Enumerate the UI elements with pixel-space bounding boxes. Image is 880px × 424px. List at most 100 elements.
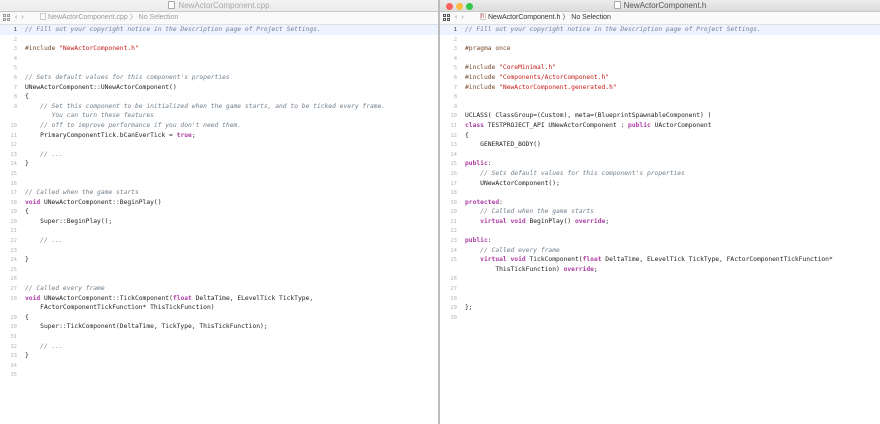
code-line[interactable]: 8{ xyxy=(0,92,438,102)
breadcrumb-text[interactable]: NewActorComponent.cpp 〉 No Selection xyxy=(48,14,178,21)
code-line[interactable]: 20 Super::BeginPlay(); xyxy=(0,217,438,227)
code-token: true xyxy=(176,131,192,139)
code-line[interactable]: 21 xyxy=(0,226,438,236)
code-line[interactable]: 7 UNewActorComponent::UNewActorComponent(… xyxy=(0,83,438,93)
jump-bar[interactable]: ‹› NewActorComponent.cpp 〉 No Selection xyxy=(0,12,438,25)
code-line[interactable]: 11 PrimaryComponentTick.bCanEverTick = t… xyxy=(0,131,438,141)
code-line[interactable]: 29{ xyxy=(0,313,438,323)
line-number: 35 xyxy=(10,372,17,379)
code-line[interactable]: 4 xyxy=(0,54,438,64)
code-line[interactable]: 1// Fill out your copyright notice in th… xyxy=(0,25,438,35)
code-line[interactable]: You can turn these features xyxy=(0,111,438,121)
code-line[interactable]: 5 xyxy=(0,63,438,73)
code-token: "Components/ActorComponent.h" xyxy=(499,73,610,81)
code-line[interactable]: 23 xyxy=(0,246,438,256)
code-token: #include xyxy=(465,73,500,81)
source-editor[interactable]: 1// Fill out your copyright notice in th… xyxy=(440,25,880,322)
code-token: ThisTickFunction) xyxy=(465,265,564,273)
code-line[interactable]: 4 xyxy=(440,54,880,64)
code-line[interactable]: ThisTickFunction) override; xyxy=(440,265,880,275)
code-line[interactable]: 22 // ... xyxy=(0,236,438,246)
code-line[interactable]: 5 #include "CoreMinimal.h" xyxy=(440,63,880,73)
code-line[interactable]: 8 xyxy=(440,92,880,102)
breadcrumb[interactable]: NewActorComponent.cpp 〉 No Selection xyxy=(40,12,178,24)
code-line[interactable]: 10 UCLASS( ClassGroup=(Custom), meta=(Blu… xyxy=(440,111,880,121)
code-line[interactable]: 34 xyxy=(0,361,438,371)
code-line[interactable]: 6// Sets default values for this compone… xyxy=(0,73,438,83)
source-editor[interactable]: 1// Fill out your copyright notice in th… xyxy=(0,25,438,380)
related-items-icon[interactable] xyxy=(443,14,451,22)
code-line[interactable]: 13 // ... xyxy=(0,150,438,160)
code-line[interactable]: 35 xyxy=(0,370,438,380)
navigation-arrows[interactable]: ‹› xyxy=(15,12,28,24)
code-line[interactable]: 22 xyxy=(440,226,880,236)
code-line[interactable]: 17// Called when the game starts xyxy=(0,188,438,198)
code-line[interactable]: 23 public: xyxy=(440,236,880,246)
code-token: #pragma once xyxy=(465,45,511,53)
code-line[interactable]: 2 xyxy=(0,35,438,45)
code-token: protected xyxy=(465,198,500,206)
navigation-arrows[interactable]: ‹› xyxy=(455,12,468,24)
code-line[interactable]: 24 // Called every frame xyxy=(440,246,880,256)
code-line[interactable]: 13 GENERATED_BODY() xyxy=(440,140,880,150)
close-button[interactable] xyxy=(446,3,453,10)
code-line[interactable]: 3 #include "NewActorComponent.h" xyxy=(0,44,438,54)
title-bar: NewActorComponent.cpp xyxy=(0,0,438,12)
code-line[interactable]: 15 public: xyxy=(440,159,880,169)
code-line[interactable]: 2 xyxy=(440,35,880,45)
code-line[interactable]: 19 protected: xyxy=(440,198,880,208)
code-line[interactable]: 12 xyxy=(0,140,438,150)
code-line[interactable]: 14} xyxy=(0,159,438,169)
code-line[interactable]: 16 xyxy=(0,179,438,189)
code-line[interactable]: 27 xyxy=(440,284,880,294)
code-line[interactable]: 33} xyxy=(0,351,438,361)
editor-window-cpp: NewActorComponent.cpp ‹› NewActorCompone… xyxy=(0,0,438,424)
code-line[interactable]: 10 // off to improve performance if you … xyxy=(0,121,438,131)
code-line[interactable]: 9 xyxy=(440,102,880,112)
code-token: { xyxy=(25,208,29,216)
code-line[interactable]: 6 #include "Components/ActorComponent.h" xyxy=(440,73,880,83)
code-line[interactable]: 28 xyxy=(440,294,880,304)
zoom-button[interactable] xyxy=(466,3,473,10)
related-items-icon[interactable] xyxy=(3,14,11,22)
jump-bar[interactable]: ‹› NewActorComponent.h 〉 No Selection xyxy=(440,11,880,25)
code-line[interactable]: 31 xyxy=(0,332,438,342)
code-line[interactable]: 30 Super::TickComponent(DeltaTime, TickT… xyxy=(0,322,438,332)
code-line[interactable]: 19{ xyxy=(0,207,438,217)
code-line[interactable]: 25 xyxy=(0,265,438,275)
code-line[interactable]: 24} xyxy=(0,255,438,265)
code-line[interactable]: 3 #pragma once xyxy=(440,44,880,54)
code-line[interactable]: 9 // Set this component to be initialize… xyxy=(0,102,438,112)
code-line[interactable]: 7 #include "NewActorComponent.generated.h… xyxy=(440,83,880,93)
code-line[interactable]: 20 // Called when the game starts xyxy=(440,207,880,217)
code-line[interactable]: 26 xyxy=(440,274,880,284)
code-line[interactable]: FActorComponentTickFunction* ThisTickFun… xyxy=(0,303,438,313)
code-line[interactable]: 30 xyxy=(440,313,880,323)
code-line[interactable]: 12{ xyxy=(440,131,880,141)
code-line[interactable]: 15 xyxy=(0,169,438,179)
code-token: DeltaTime, ELevelTick TickType, FActorCo… xyxy=(601,256,833,264)
code-line[interactable]: 29}; xyxy=(440,303,880,313)
breadcrumb[interactable]: NewActorComponent.h 〉 No Selection xyxy=(480,11,611,24)
code-token: // off to improve performance if you don… xyxy=(25,121,242,129)
breadcrumb-text[interactable]: NewActorComponent.h 〉 No Selection xyxy=(488,14,611,21)
code-line[interactable]: 17 UNewActorComponent(); xyxy=(440,179,880,189)
code-line[interactable]: 1// Fill out your copyright notice in th… xyxy=(440,25,880,35)
code-line[interactable]: 26 xyxy=(0,274,438,284)
code-token: override xyxy=(574,217,606,225)
code-line[interactable]: 32 // ... xyxy=(0,342,438,352)
code-line[interactable]: 14 xyxy=(440,150,880,160)
code-token: UActorComponent xyxy=(650,121,712,129)
code-line[interactable]: 25 virtual void TickComponent(float Delt… xyxy=(440,255,880,265)
code-line[interactable]: 27// Called every frame xyxy=(0,284,438,294)
code-line[interactable]: 21 virtual void BeginPlay() override; xyxy=(440,217,880,227)
minimize-button[interactable] xyxy=(456,3,463,10)
code-line[interactable]: 11 class TESTPROJECT_API UNewActorCompone… xyxy=(440,121,880,131)
code-line[interactable]: 28 void UNewActorComponent::TickComponent… xyxy=(0,294,438,304)
code-token: { xyxy=(465,131,469,139)
code-line[interactable]: 16 // Sets default values for this compo… xyxy=(440,169,880,179)
code-token: UCLASS( ClassGroup=(Custom), meta=(Bluep… xyxy=(465,112,712,120)
code-line[interactable]: 18 void UNewActorComponent::BeginPlay() xyxy=(0,198,438,208)
code-line[interactable]: 18 xyxy=(440,188,880,198)
